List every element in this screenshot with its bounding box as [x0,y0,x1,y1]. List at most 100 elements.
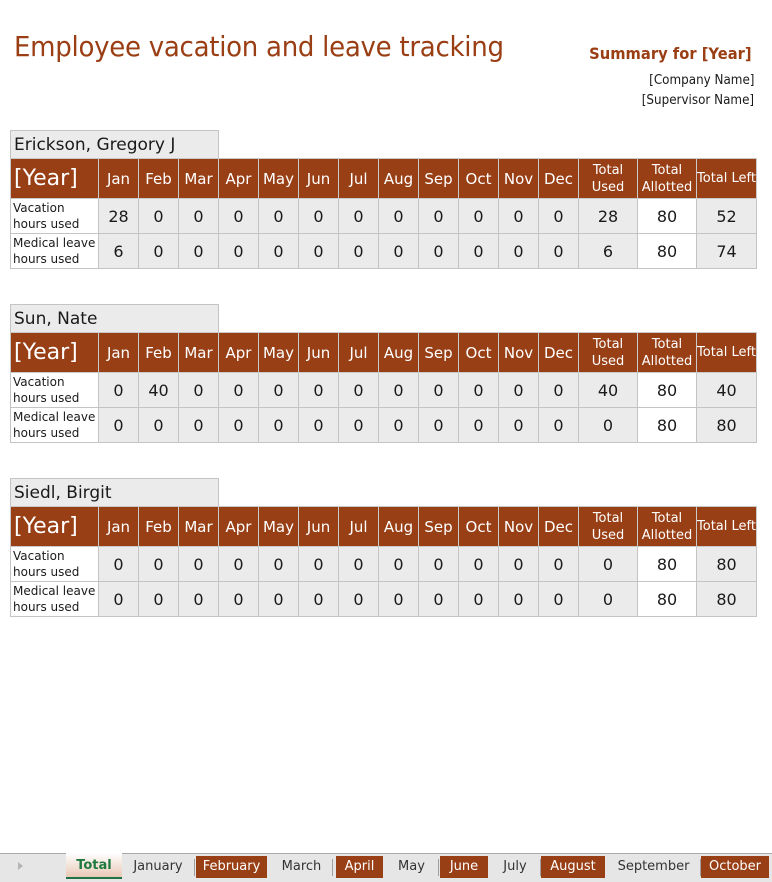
month-value-cell[interactable]: 0 [418,233,459,269]
month-value-cell[interactable]: 0 [138,546,179,582]
month-value-cell[interactable]: 0 [218,198,259,234]
month-value-cell[interactable]: 0 [138,581,179,617]
year-header[interactable]: [Year] [10,506,99,547]
month-value-cell[interactable]: 0 [498,233,539,269]
sheet-tab-february[interactable]: February [196,856,267,878]
total-allotted-cell[interactable]: 80 [637,581,697,617]
month-value-cell[interactable]: 0 [218,233,259,269]
month-value-cell[interactable]: 0 [218,407,259,443]
total-used-cell[interactable]: 40 [578,372,638,408]
month-value-cell[interactable]: 0 [178,407,219,443]
supervisor-name[interactable]: [Supervisor Name] [642,93,754,108]
month-value-cell[interactable]: 0 [458,407,499,443]
month-value-cell[interactable]: 0 [538,233,579,269]
month-value-cell[interactable]: 0 [258,372,299,408]
month-value-cell[interactable]: 0 [98,372,139,408]
month-value-cell[interactable]: 0 [418,372,459,408]
year-header[interactable]: [Year] [10,158,99,199]
total-left-cell[interactable]: 40 [696,372,757,408]
total-left-cell[interactable]: 52 [696,198,757,234]
month-value-cell[interactable]: 0 [298,546,339,582]
month-value-cell[interactable]: 0 [98,546,139,582]
total-allotted-cell[interactable]: 80 [637,407,697,443]
month-value-cell[interactable]: 0 [258,546,299,582]
month-value-cell[interactable]: 0 [298,407,339,443]
month-value-cell[interactable]: 0 [338,407,379,443]
employee-name[interactable]: Erickson, Gregory J [10,130,219,158]
total-left-cell[interactable]: 74 [696,233,757,269]
month-value-cell[interactable]: 0 [298,372,339,408]
month-value-cell[interactable]: 0 [538,372,579,408]
month-value-cell[interactable]: 0 [498,546,539,582]
total-used-cell[interactable]: 0 [578,581,638,617]
month-value-cell[interactable]: 0 [138,233,179,269]
month-value-cell[interactable]: 0 [258,407,299,443]
month-value-cell[interactable]: 0 [538,198,579,234]
month-value-cell[interactable]: 0 [378,581,419,617]
month-value-cell[interactable]: 0 [338,198,379,234]
month-value-cell[interactable]: 0 [258,233,299,269]
total-used-cell[interactable]: 0 [578,407,638,443]
total-allotted-cell[interactable]: 80 [637,233,697,269]
sheet-tab-march[interactable]: March [272,854,331,880]
month-value-cell[interactable]: 0 [458,546,499,582]
month-value-cell[interactable]: 0 [298,198,339,234]
total-left-cell[interactable]: 80 [696,407,757,443]
month-value-cell[interactable]: 0 [298,233,339,269]
month-value-cell[interactable]: 0 [178,198,219,234]
sheet-tab-total[interactable]: Total [66,853,122,879]
sheet-tab-october[interactable]: October [701,856,769,878]
month-value-cell[interactable]: 0 [378,546,419,582]
sheet-tab-january[interactable]: January [123,854,193,880]
month-value-cell[interactable]: 40 [138,372,179,408]
month-value-cell[interactable]: 0 [538,407,579,443]
month-value-cell[interactable]: 0 [378,198,419,234]
month-value-cell[interactable]: 0 [258,198,299,234]
month-value-cell[interactable]: 0 [338,581,379,617]
sheet-tab-june[interactable]: June [440,856,488,878]
month-value-cell[interactable]: 0 [498,198,539,234]
month-value-cell[interactable]: 0 [418,546,459,582]
month-value-cell[interactable]: 0 [378,372,419,408]
month-value-cell[interactable]: 0 [418,581,459,617]
month-value-cell[interactable]: 0 [138,198,179,234]
sheet-tab-september[interactable]: September [608,854,699,880]
month-value-cell[interactable]: 0 [418,198,459,234]
month-value-cell[interactable]: 0 [178,546,219,582]
month-value-cell[interactable]: 0 [458,233,499,269]
month-value-cell[interactable]: 0 [458,372,499,408]
month-value-cell[interactable]: 0 [98,407,139,443]
total-allotted-cell[interactable]: 80 [637,198,697,234]
month-value-cell[interactable]: 0 [538,581,579,617]
month-value-cell[interactable]: 0 [218,546,259,582]
employee-name[interactable]: Sun, Nate [10,304,219,332]
month-value-cell[interactable]: 6 [98,233,139,269]
month-value-cell[interactable]: 0 [458,198,499,234]
total-used-cell[interactable]: 28 [578,198,638,234]
month-value-cell[interactable]: 0 [378,407,419,443]
total-used-cell[interactable]: 0 [578,546,638,582]
sheet-tab-july[interactable]: July [491,854,539,880]
month-value-cell[interactable]: 0 [178,372,219,408]
month-value-cell[interactable]: 0 [418,407,459,443]
month-value-cell[interactable]: 0 [498,407,539,443]
month-value-cell[interactable]: 0 [178,581,219,617]
month-value-cell[interactable]: 0 [538,546,579,582]
month-value-cell[interactable]: 0 [218,372,259,408]
company-name[interactable]: [Company Name] [649,73,754,88]
month-value-cell[interactable]: 0 [338,233,379,269]
sheet-tab-april[interactable]: April [336,856,383,878]
month-value-cell[interactable]: 28 [98,198,139,234]
month-value-cell[interactable]: 0 [498,581,539,617]
total-allotted-cell[interactable]: 80 [637,372,697,408]
total-used-cell[interactable]: 6 [578,233,638,269]
sheet-tab-may[interactable]: May [386,854,437,880]
employee-name[interactable]: Siedl, Birgit [10,478,219,506]
total-left-cell[interactable]: 80 [696,581,757,617]
total-left-cell[interactable]: 80 [696,546,757,582]
month-value-cell[interactable]: 0 [338,372,379,408]
month-value-cell[interactable]: 0 [138,407,179,443]
month-value-cell[interactable]: 0 [378,233,419,269]
month-value-cell[interactable]: 0 [258,581,299,617]
total-allotted-cell[interactable]: 80 [637,546,697,582]
